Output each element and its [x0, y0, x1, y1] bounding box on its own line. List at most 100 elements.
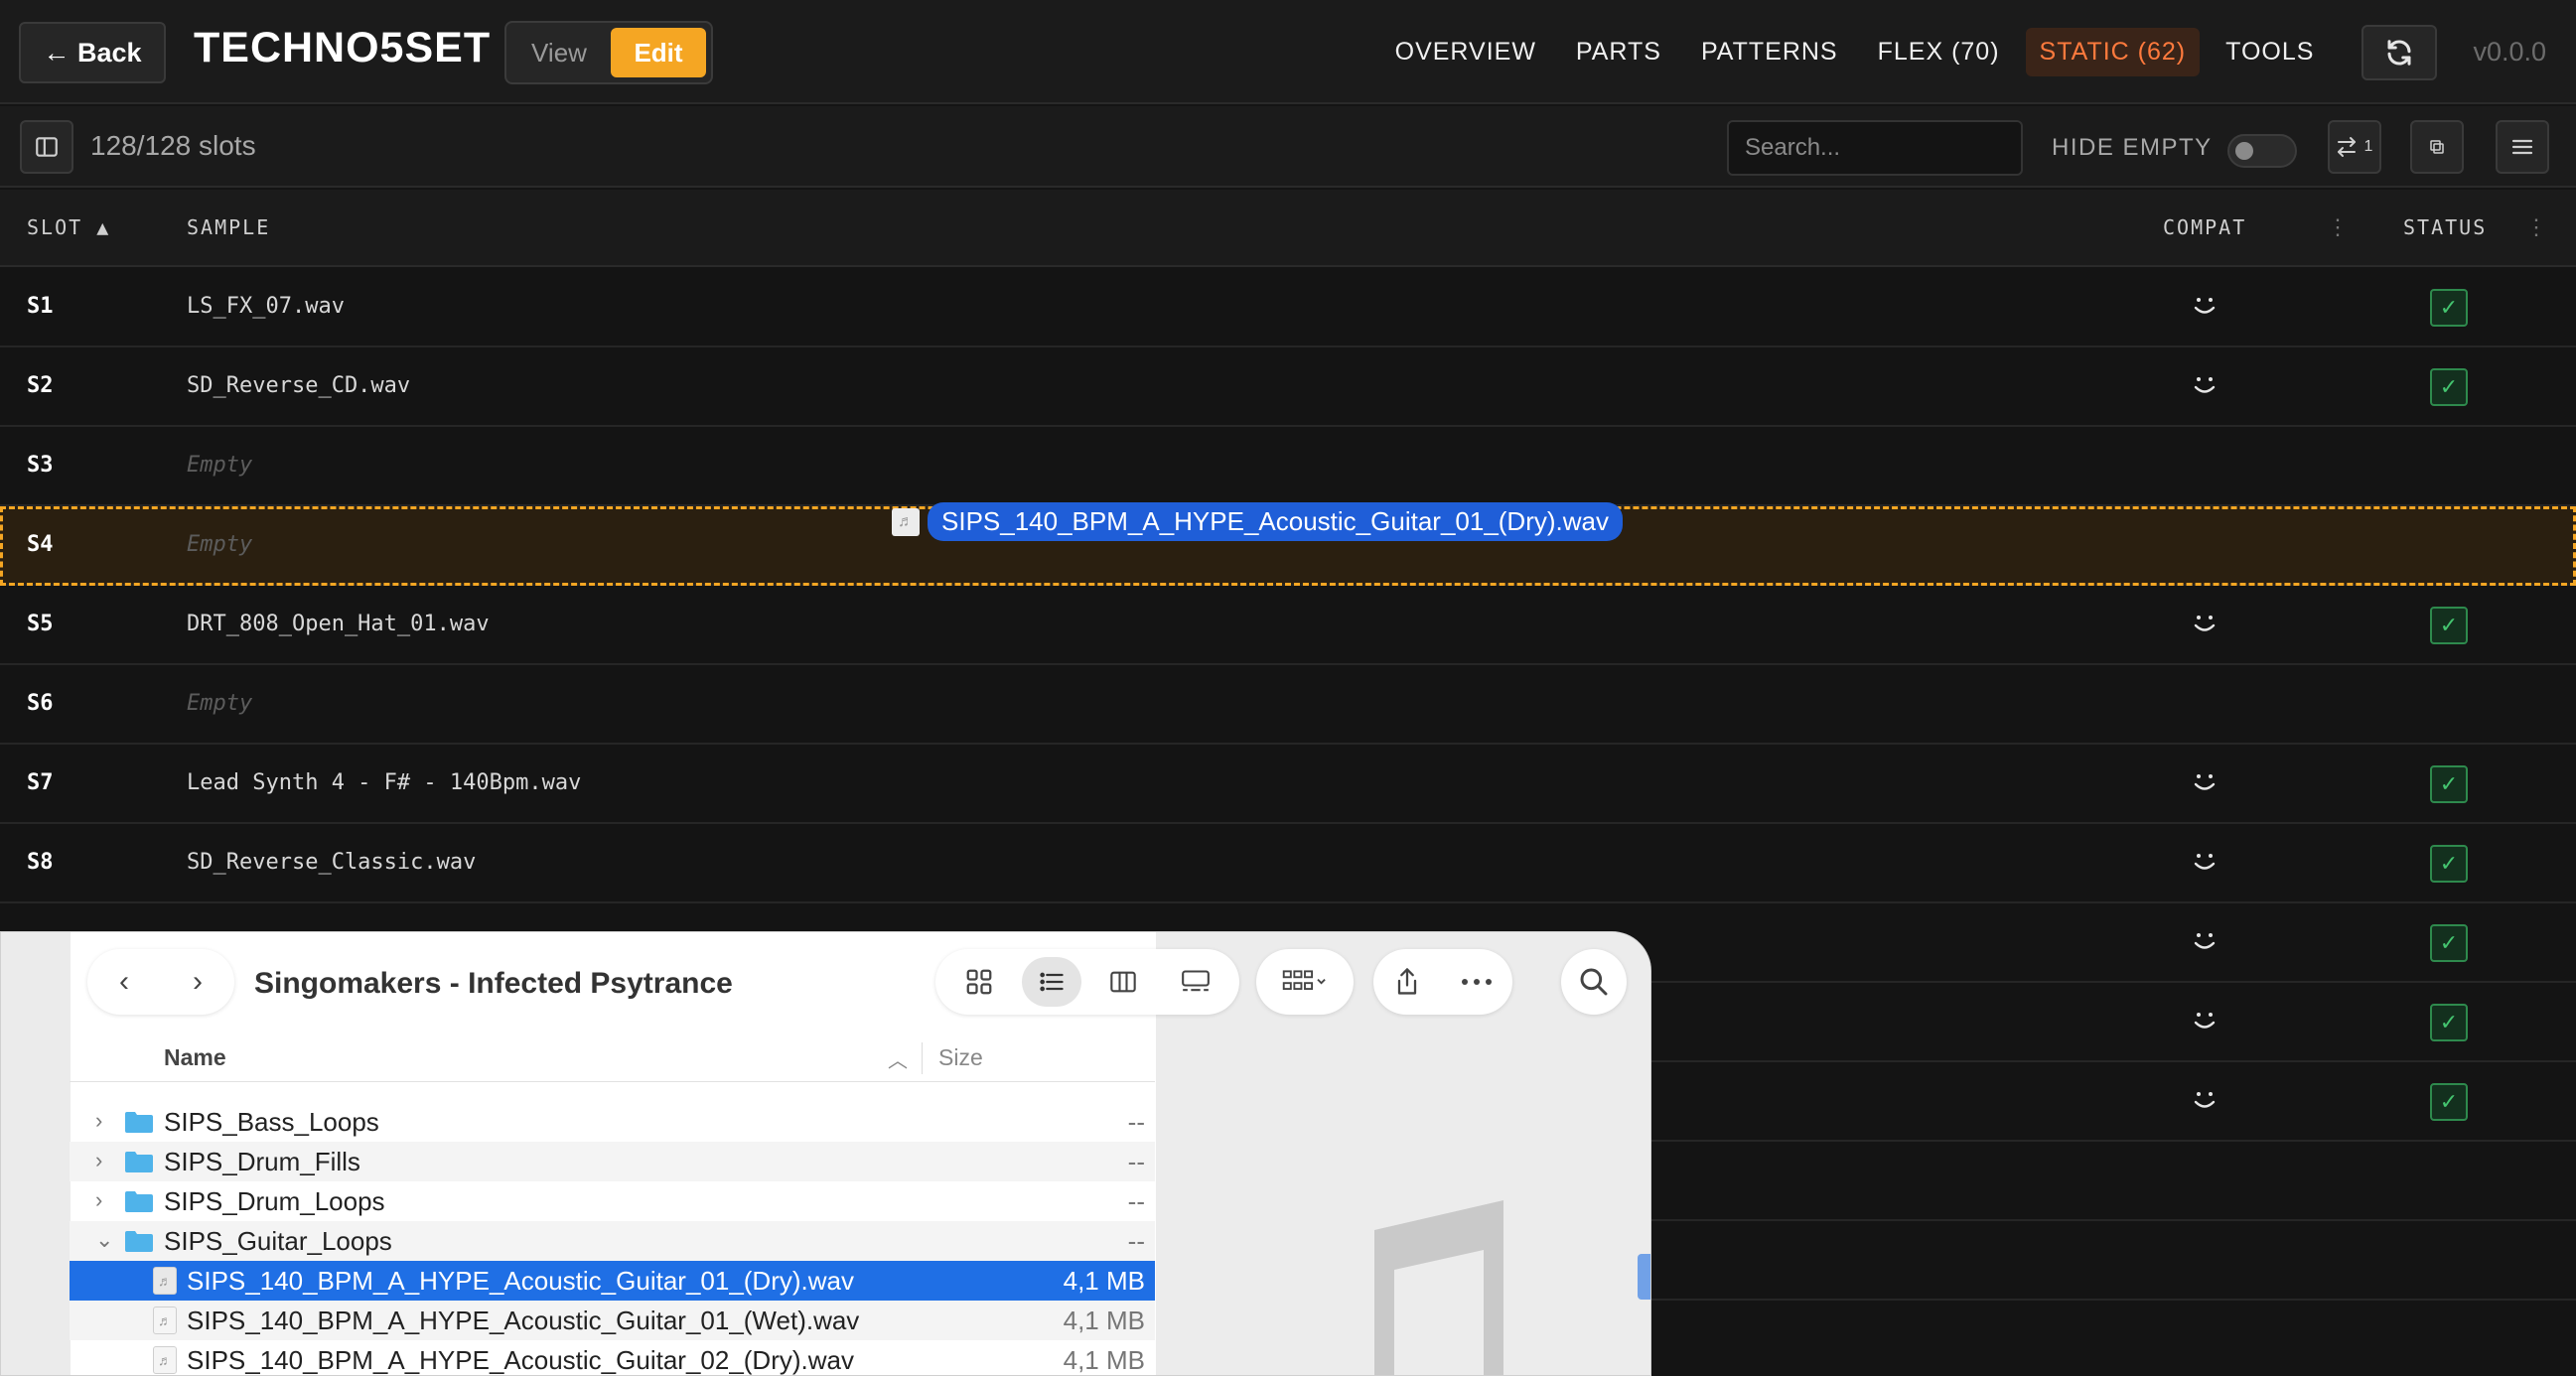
table-row[interactable]: S1 LS_FX_07.wav ✓ — [0, 268, 2576, 347]
audio-file-icon: ♬ — [892, 507, 920, 536]
folder-icon — [125, 1231, 153, 1252]
view-mode-button[interactable]: View — [511, 28, 607, 77]
status-column-menu-icon[interactable]: ⋮ — [2525, 215, 2547, 240]
slot-id: S3 — [27, 453, 54, 478]
refresh-icon — [2387, 39, 2411, 66]
audio-file-icon: ♬ — [153, 1307, 177, 1334]
table-row[interactable]: S2 SD_Reverse_CD.wav ✓ — [0, 347, 2576, 427]
slot-count: 128/128 slots — [90, 130, 256, 161]
tab-patterns[interactable]: PATTERNS — [1687, 28, 1852, 76]
tab-flex[interactable]: FLEX (70) — [1864, 28, 2014, 76]
tab-tools[interactable]: TOOLS — [2212, 28, 2328, 76]
chevron-right-icon[interactable]: › — [95, 1148, 102, 1173]
slots-toolbar: 128/128 slots HIDE EMPTY 1 — [0, 106, 2576, 188]
compat-column-header[interactable]: COMPAT — [2163, 215, 2246, 239]
finder-file-row[interactable]: ♬ SIPS_140_BPM_A_HYPE_Acoustic_Guitar_01_… — [70, 1301, 1155, 1340]
finder-folder-row[interactable]: › SIPS_Drum_Loops -- — [70, 1181, 1155, 1221]
refresh-button[interactable] — [2361, 24, 2438, 80]
preview-selection-edge — [1638, 1254, 1650, 1300]
search-input[interactable] — [1727, 120, 2023, 176]
slot-id: S2 — [27, 373, 54, 398]
finder-file-row[interactable]: ♬ SIPS_140_BPM_A_HYPE_Acoustic_Guitar_02_… — [70, 1340, 1155, 1376]
copy-button[interactable] — [2410, 120, 2464, 174]
finder-title: Singomakers - Infected Psytrance — [254, 967, 733, 1000]
sample-column-header[interactable]: SAMPLE — [187, 215, 270, 239]
tab-overview[interactable]: OVERVIEW — [1381, 28, 1550, 76]
chevron-right-icon[interactable]: › — [95, 1108, 102, 1134]
music-note-preview-icon — [1374, 1200, 1503, 1375]
grid-icon — [966, 969, 992, 995]
status-check-icon: ✓ — [2430, 607, 2468, 644]
gallery-view-button[interactable] — [1166, 957, 1225, 1007]
menu-button[interactable] — [2496, 120, 2549, 174]
compat-smiley-icon — [2194, 1013, 2216, 1029]
status-check-icon: ✓ — [2430, 1004, 2468, 1041]
chevron-left-icon[interactable]: ‹ — [119, 965, 129, 999]
mode-toggle: View Edit — [504, 21, 713, 84]
main-nav: OVERVIEW PARTS PATTERNS FLEX (70) STATIC… — [1369, 0, 2576, 104]
list-icon — [1040, 972, 1064, 992]
empty-sample-placeholder: Empty — [187, 453, 253, 478]
version-label: v0.0.0 — [2473, 37, 2546, 67]
back-button[interactable]: ← Back — [19, 22, 166, 83]
drag-ghost: ♬ SIPS_140_BPM_A_HYPE_Acoustic_Guitar_01… — [892, 502, 1623, 541]
finder-folder-row[interactable]: › SIPS_Drum_Fills -- — [70, 1142, 1155, 1181]
size-column-header[interactable]: Size — [938, 1044, 983, 1071]
file-name: SIPS_140_BPM_A_HYPE_Acoustic_Guitar_01_(… — [187, 1266, 854, 1296]
swap-arrows-icon — [2337, 137, 2356, 157]
compat-smiley-icon — [2194, 377, 2216, 393]
finder-search-button[interactable] — [1561, 949, 1627, 1015]
columns-icon — [1110, 971, 1136, 993]
name-column-header[interactable]: Name — [164, 1044, 226, 1071]
finder-folder-row[interactable]: ⌄ SIPS_Guitar_Loops -- — [70, 1221, 1155, 1261]
gallery-icon — [1181, 970, 1210, 992]
finder-sidebar — [1, 932, 71, 1375]
edit-mode-button[interactable]: Edit — [611, 28, 706, 77]
sample-name: SD_Reverse_Classic.wav — [187, 850, 477, 875]
table-row[interactable]: S8 SD_Reverse_Classic.wav ✓ — [0, 824, 2576, 903]
finder-folder-row[interactable]: › SIPS_Bass_Loops -- — [70, 1102, 1155, 1142]
status-check-icon: ✓ — [2430, 1083, 2468, 1121]
sort-chevron-up-icon: ︿ — [888, 1050, 908, 1072]
compat-smiley-icon — [2194, 1092, 2216, 1108]
file-name: SIPS_Guitar_Loops — [164, 1226, 392, 1256]
chevron-right-icon[interactable]: › — [95, 1187, 102, 1213]
chevron-right-icon[interactable]: › — [193, 965, 203, 999]
share-icon[interactable] — [1393, 966, 1421, 998]
tab-parts[interactable]: PARTS — [1562, 28, 1675, 76]
chevron-down-icon[interactable]: ⌄ — [95, 1227, 113, 1253]
finder-toolbar: ‹ › Singomakers - Infected Psytrance — [70, 931, 1651, 1034]
sample-name: Lead Synth 4 - F# - 140Bpm.wav — [187, 770, 582, 795]
file-size: -- — [1127, 1226, 1145, 1256]
file-size: 4,1 MB — [1063, 1345, 1145, 1375]
toggle-panel-button[interactable] — [20, 120, 73, 174]
more-icon[interactable] — [1461, 978, 1493, 986]
compat-smiley-icon — [2194, 616, 2216, 631]
view-mode-group — [935, 949, 1239, 1015]
file-name: SIPS_Bass_Loops — [164, 1107, 379, 1137]
hide-empty-label: HIDE EMPTY — [2052, 134, 2213, 161]
audio-file-icon: ♬ — [153, 1346, 177, 1374]
audio-file-icon: ♬ — [153, 1267, 177, 1295]
table-row[interactable]: S3 Empty — [0, 427, 2576, 506]
group-by-button[interactable] — [1256, 949, 1354, 1015]
file-size: -- — [1127, 1147, 1145, 1176]
compat-column-menu-icon[interactable]: ⋮ — [2327, 215, 2349, 240]
status-column-header[interactable]: STATUS — [2403, 215, 2487, 239]
swap-badge: 1 — [2363, 138, 2373, 155]
hide-empty-toggle[interactable] — [2227, 134, 2297, 168]
list-view-button[interactable] — [1021, 957, 1081, 1007]
table-row[interactable]: S5 DRT_808_Open_Hat_01.wav ✓ — [0, 586, 2576, 665]
compat-smiley-icon — [2194, 933, 2216, 949]
slot-column-header[interactable]: SLOT ▲ — [27, 215, 110, 239]
swap-button[interactable]: 1 — [2328, 120, 2381, 174]
file-name: SIPS_140_BPM_A_HYPE_Acoustic_Guitar_02_(… — [187, 1345, 854, 1375]
hamburger-menu-icon — [2511, 139, 2533, 155]
column-view-button[interactable] — [1093, 957, 1153, 1007]
finder-nav-buttons: ‹ › — [87, 949, 234, 1015]
table-row[interactable]: S7 Lead Synth 4 - F# - 140Bpm.wav ✓ — [0, 745, 2576, 824]
finder-file-row[interactable]: ♬ SIPS_140_BPM_A_HYPE_Acoustic_Guitar_01_… — [70, 1261, 1155, 1301]
table-row[interactable]: S6 Empty — [0, 665, 2576, 745]
tab-static[interactable]: STATIC (62) — [2025, 28, 2201, 76]
icon-view-button[interactable] — [949, 957, 1009, 1007]
